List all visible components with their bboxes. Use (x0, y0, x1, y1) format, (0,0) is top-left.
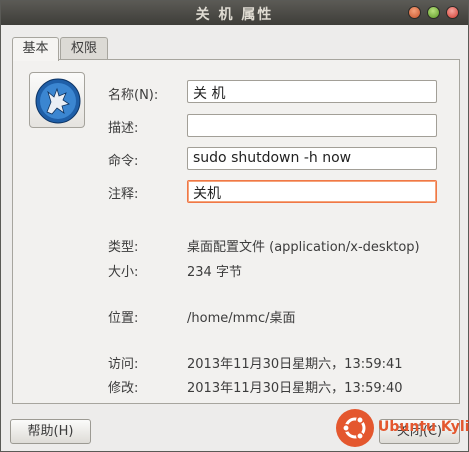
accessed-value: 2013年11月30日星期六，13:59:41 (187, 357, 403, 372)
location-value: /home/mmc/桌面 (187, 311, 296, 326)
tab-basic[interactable]: 基本 (12, 37, 59, 61)
close-window-button[interactable] (446, 6, 459, 19)
location-label: 位置: (108, 311, 139, 326)
size-value: 234 字节 (187, 265, 242, 280)
tab-permissions[interactable]: 权限 (60, 37, 108, 60)
maximize-button[interactable] (427, 6, 440, 19)
type-label: 类型: (108, 240, 139, 255)
type-value: 桌面配置文件 (application/x-desktop) (187, 240, 420, 255)
name-field[interactable]: 关 机 (187, 80, 437, 103)
modified-value: 2013年11月30日星期六，13:59:40 (187, 381, 403, 396)
command-field[interactable]: sudo shutdown -h now (187, 147, 437, 170)
modified-label: 修改: (108, 381, 139, 396)
comment-label: 注释: (108, 187, 139, 202)
command-label: 命令: (108, 154, 139, 169)
wolf-icon (35, 78, 81, 124)
description-label: 描述: (108, 121, 139, 136)
name-label: 名称(N): (108, 88, 159, 103)
app-icon-button[interactable] (29, 72, 85, 128)
title-bar[interactable]: 关 机 属性 (1, 1, 468, 25)
comment-field[interactable]: 关机 (187, 180, 437, 203)
window-title: 关 机 属性 (195, 7, 274, 23)
help-button[interactable]: 帮助(H) (10, 419, 91, 444)
minimize-button[interactable] (408, 6, 421, 19)
ubuntu-logo-icon (336, 409, 374, 447)
watermark-text: Ubuntu Kylin (378, 419, 469, 435)
properties-window: 关 机 属性 基本 权限 名称(N): 关 机 描述: 命令: sudo shu… (0, 0, 469, 452)
watermark: Ubuntu Kylin (334, 408, 469, 448)
description-field[interactable] (187, 114, 437, 137)
size-label: 大小: (108, 265, 139, 280)
accessed-label: 访问: (108, 357, 139, 372)
